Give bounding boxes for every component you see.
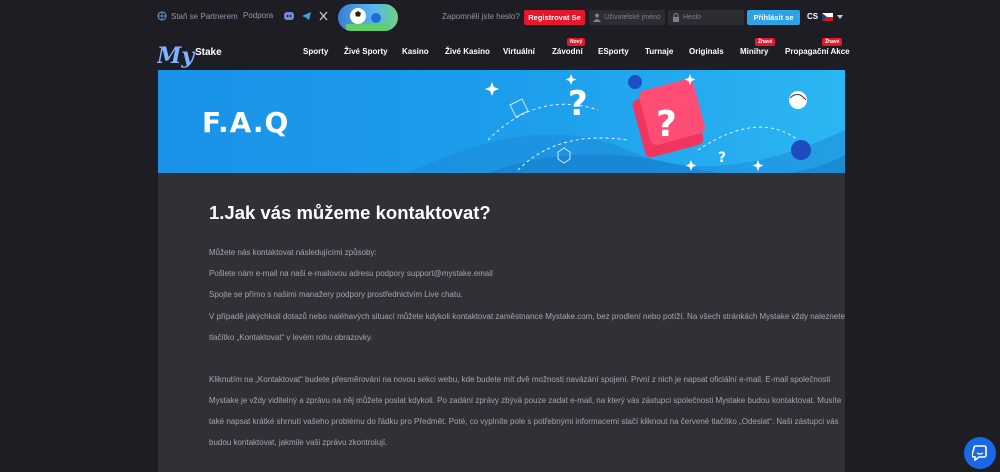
faq-banner: ? ? ? F.A.Q bbox=[158, 70, 845, 173]
lock-icon bbox=[673, 13, 679, 22]
question-mark-icon: ? bbox=[718, 150, 726, 166]
discord-icon[interactable] bbox=[283, 11, 295, 21]
top-bar: Staň se Partnerem Podpora Zapomněli jste… bbox=[0, 0, 1000, 34]
nav-item-zavodni[interactable]: Nový Závodní bbox=[552, 38, 586, 56]
login-button[interactable]: Přihlásit se bbox=[747, 10, 800, 25]
nav-item-esporty[interactable]: ESporty bbox=[598, 47, 629, 56]
nav-item-label: Propagační Akce bbox=[785, 47, 850, 56]
nav-item-sporty[interactable]: Sporty bbox=[303, 47, 328, 56]
nav-item-label: Kasino bbox=[402, 47, 429, 56]
chevron-down-icon bbox=[837, 14, 844, 19]
username-input[interactable]: Uživatelské jméno bbox=[589, 10, 665, 25]
telegram-icon[interactable] bbox=[301, 11, 312, 21]
nav-item-label: Sporty bbox=[303, 47, 329, 56]
nav-item-label: Závodní bbox=[552, 47, 583, 56]
nav-item-label: Živé Sporty bbox=[344, 47, 388, 56]
faq-paragraph: Mystake je vždy viditelný a zprávu na ně… bbox=[209, 396, 842, 405]
globe-icon bbox=[157, 11, 167, 21]
nav-item-kasino[interactable]: Kasino bbox=[402, 47, 429, 56]
language-selector[interactable]: CS bbox=[807, 12, 844, 21]
nav-item-label: Minihry bbox=[740, 47, 769, 56]
logo-my-text: My bbox=[157, 43, 196, 69]
partner-label: Staň se Partnerem bbox=[171, 11, 238, 21]
mystake-logo[interactable]: My Stake bbox=[156, 39, 232, 71]
faq-paragraph: Pošlete nám e-mail na naši e-mailovou ad… bbox=[209, 269, 493, 278]
support-link[interactable]: Podpora bbox=[243, 11, 273, 20]
password-placeholder: Heslo bbox=[683, 14, 701, 21]
username-placeholder: Uživatelské jméno bbox=[604, 14, 661, 21]
czech-flag-icon bbox=[822, 12, 834, 21]
faq-question-heading: 1.Jak vás můžeme kontaktovat? bbox=[209, 202, 491, 223]
faq-paragraph: Kliknutím na „Kontaktovat“ budete přesmě… bbox=[209, 375, 831, 384]
question-mark-icon: ? bbox=[656, 104, 677, 145]
nav-item-label: Živé Kasino bbox=[445, 47, 490, 56]
nav-item-minihry[interactable]: Žhavé Minihry bbox=[740, 38, 776, 56]
faq-paragraph: také napsat krátké shrnutí vašeho problé… bbox=[209, 417, 839, 426]
live-chat-button[interactable] bbox=[964, 437, 996, 469]
chat-bubble-icon bbox=[972, 445, 987, 461]
x-icon[interactable] bbox=[319, 11, 328, 21]
language-code: CS bbox=[807, 12, 819, 21]
faq-paragraph: V případě jakýchkoli dotazů nebo naléhav… bbox=[209, 312, 845, 321]
nav-item-label: ESporty bbox=[598, 47, 629, 56]
new-badge: Nový bbox=[567, 38, 586, 46]
football-icon bbox=[346, 8, 390, 31]
faq-paragraph: Spojte se přímo s našimi manažery podpor… bbox=[209, 290, 463, 299]
nav-item-turnaje[interactable]: Turnaje bbox=[645, 47, 673, 56]
logo-stake-text: Stake bbox=[195, 47, 222, 58]
password-input[interactable]: Heslo bbox=[668, 10, 744, 25]
faq-paragraph: tlačítko „Kontaktovat“ v levém rohu obra… bbox=[209, 333, 373, 342]
faq-content: 1.Jak vás můžeme kontaktovat? Můžete nás… bbox=[158, 173, 845, 472]
hot-badge: Žhavé bbox=[822, 38, 843, 46]
register-button[interactable]: Registrovat Se bbox=[524, 10, 585, 25]
main-nav: My Stake Sporty Živé Sporty Kasino Živé … bbox=[0, 34, 1000, 70]
hot-badge: Žhavé bbox=[755, 38, 776, 46]
nav-item-label: Originals bbox=[689, 47, 724, 56]
forgot-password-link[interactable]: Zapomněli jste heslo? bbox=[442, 12, 520, 21]
faq-paragraph: budou kontaktovat, jakmile vaši zprávu z… bbox=[209, 438, 388, 447]
user-icon bbox=[593, 13, 601, 22]
promo-football-banner[interactable] bbox=[338, 4, 398, 31]
nav-item-originals[interactable]: Originals bbox=[689, 47, 724, 56]
nav-item-propagacni-akce[interactable]: Žhavé Propagační Akce bbox=[785, 38, 850, 56]
nav-item-zive-sporty[interactable]: Živé Sporty bbox=[344, 47, 388, 56]
nav-item-zive-kasino[interactable]: Živé Kasino bbox=[445, 47, 490, 56]
question-mark-icon: ? bbox=[568, 84, 588, 124]
nav-item-virtualni[interactable]: Virtuální bbox=[503, 47, 535, 56]
faq-paragraph: Můžete nás kontaktovat následujícími způ… bbox=[209, 248, 377, 257]
partner-link[interactable]: Staň se Partnerem bbox=[157, 11, 238, 21]
nav-item-label: Turnaje bbox=[645, 47, 674, 56]
faq-title: F.A.Q bbox=[202, 106, 290, 139]
nav-item-label: Virtuální bbox=[503, 47, 535, 56]
support-label: Podpora bbox=[243, 11, 274, 20]
